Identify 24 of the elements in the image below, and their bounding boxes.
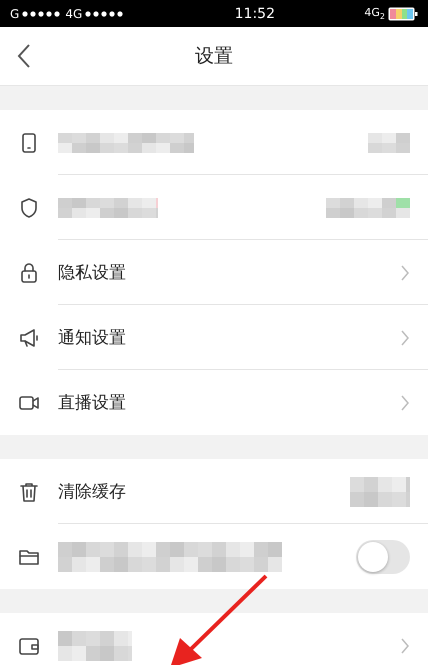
setting-label: 隐私设置	[58, 262, 127, 284]
chevron-right-icon	[400, 330, 410, 346]
lock-icon	[18, 262, 40, 284]
blurred-text	[368, 132, 410, 152]
setting-label: 通知设置	[58, 327, 127, 349]
megaphone-icon	[18, 326, 40, 348]
setting-label: 直播设置	[58, 392, 127, 414]
back-icon	[17, 43, 31, 69]
chevron-right-icon	[400, 264, 410, 280]
page-title: 设置	[195, 44, 233, 69]
signal-icon	[22, 10, 62, 16]
chevron-right-icon	[400, 638, 410, 654]
clock-time: 11:52	[234, 6, 275, 22]
carrier-name: G	[10, 6, 20, 20]
battery-icon	[388, 6, 418, 20]
trash-icon	[18, 480, 40, 502]
shield-icon	[18, 196, 40, 218]
blurred-text	[350, 476, 410, 506]
network-type: 4G	[65, 6, 82, 20]
network-type: 4G$_{2}$	[364, 6, 385, 22]
chevron-right-icon	[400, 394, 410, 410]
signal-icon	[85, 10, 126, 16]
toggle-switch[interactable]	[356, 540, 410, 574]
setting-label: 清除缓存	[58, 481, 127, 503]
